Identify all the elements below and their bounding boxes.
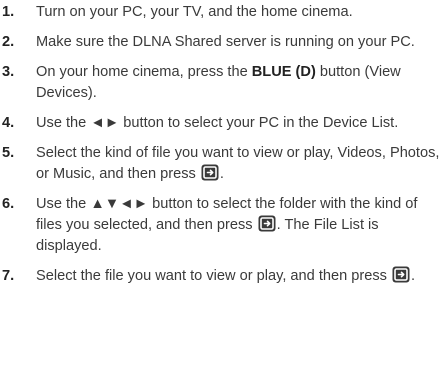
step-7: 7. Select the file you want to view or p… [0, 266, 447, 287]
enter-button-icon [258, 215, 276, 232]
step-text-pre: Select the kind of file you want to view… [36, 145, 440, 182]
step-5: 5. Select the kind of file you want to v… [0, 143, 447, 185]
step-text: Make sure the DLNA Shared server is runn… [36, 34, 415, 50]
step-text: Use the ◄► button to select your PC in t… [36, 115, 399, 131]
step-text-post: . [219, 166, 224, 182]
step-text: On your home cinema, press the BLUE (D) … [36, 62, 447, 104]
step-number: 1. [2, 4, 15, 20]
step-text-post: . [411, 268, 416, 284]
instruction-list: 1. Turn on your PC, your TV, and the hom… [0, 2, 447, 296]
step-number: 5. [2, 145, 15, 161]
step-number: 3. [2, 64, 15, 80]
enter-button-icon [201, 164, 219, 181]
step-text: Use the ▲▼◄► button to select the folder… [36, 194, 447, 257]
blue-d-button-label: BLUE (D) [251, 64, 316, 80]
step-text-pre: Select the file you want to view or play… [36, 268, 392, 284]
step-text: Select the kind of file you want to view… [36, 143, 447, 185]
step-4: 4. Use the ◄► button to select your PC i… [0, 113, 447, 134]
step-6: 6. Use the ▲▼◄► button to select the fol… [0, 194, 447, 257]
step-2: 2. Make sure the DLNA Shared server is r… [0, 32, 447, 53]
step-number: 4. [2, 115, 15, 131]
step-text: Turn on your PC, your TV, and the home c… [36, 4, 353, 20]
step-text: Select the file you want to view or play… [36, 266, 447, 287]
step-number: 6. [2, 196, 15, 212]
step-1: 1. Turn on your PC, your TV, and the hom… [0, 2, 447, 23]
step-3: 3. On your home cinema, press the BLUE (… [0, 62, 447, 104]
step-number: 2. [2, 34, 15, 50]
step-number: 7. [2, 268, 15, 284]
step-text-pre: On your home cinema, press the [36, 64, 252, 80]
enter-button-icon [392, 266, 410, 283]
